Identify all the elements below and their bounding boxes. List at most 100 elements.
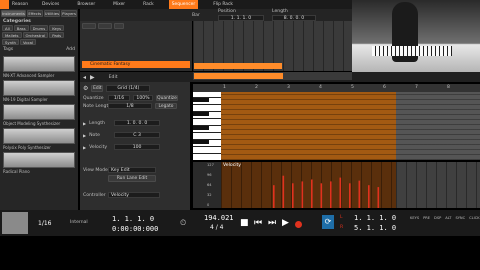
note-lengths-value[interactable]: 1/8 [108,103,152,109]
undo-icon[interactable]: ◂ [83,74,86,81]
device-item[interactable]: Object Modeling Synthesizer [3,104,75,126]
velocity-bar[interactable] [273,185,275,208]
track-row[interactable]: Cinematic Fantasy [82,61,190,68]
loop-left-label: L [340,215,343,220]
velocity-lane-empty[interactable] [396,162,480,208]
browser-tab[interactable]: Instruments [1,10,26,17]
note-grid-empty[interactable] [396,92,480,160]
category-chip[interactable]: All [2,25,13,31]
tempo-value[interactable]: 194.021 [204,214,234,222]
device-item[interactable]: Polysix Poly Synthesizer [3,128,75,150]
category-chip[interactable]: Mallets [2,32,22,38]
tags-add-button[interactable]: Add [66,47,75,52]
view-mode-label: View Mode [83,167,108,173]
device-name: Polysix Poly Synthesizer [3,145,51,150]
velocity-scale: 127 96 64 32 0 [193,162,221,208]
run-lane-edit-button[interactable]: Run Lane Edit [108,175,156,182]
ruler-tick-label: 2 [255,85,258,90]
device-thumbnail [3,104,75,120]
loop-button[interactable]: ⟳ [322,215,334,229]
forward-button[interactable]: ⏭ [268,218,276,228]
metronome-icon[interactable]: ⏲ [180,218,186,228]
category-list: All Bass Drums Keys Mallets Orchestral Pads Syn… [0,25,78,45]
quantize-percent[interactable]: 100% [133,95,153,101]
play-button[interactable]: ▶ [282,218,289,228]
top-tab[interactable]: Rack [140,0,157,9]
category-chip[interactable]: Drums [29,25,49,31]
velocity-bar[interactable] [339,177,342,208]
browser-tab[interactable]: Utilities [43,10,61,17]
velocity-bar[interactable] [330,181,332,208]
device-item[interactable]: NN-XT Advanced Sampler [3,56,75,78]
browser-tab[interactable]: Players [61,10,78,17]
category-chip[interactable]: Bass [13,25,29,31]
device-item[interactable]: NN-19 Digital Sampler [3,80,75,102]
time-signature[interactable]: 4 / 4 [210,224,223,231]
velocity-bar[interactable] [282,175,285,208]
rewind-button[interactable]: ⏮ [254,218,262,228]
velocity-scale-label: 0 [207,203,210,207]
quantize-button[interactable]: Quantize [156,95,178,101]
edit-mode-button[interactable]: Edit [91,85,104,92]
top-tab[interactable]: Flip Rack [210,0,236,9]
top-tab[interactable]: Sequencer [168,0,199,9]
controller-select[interactable]: Velocity [108,192,160,198]
stop-button[interactable]: ■ [240,218,249,228]
legato-button[interactable]: Legato [155,103,177,109]
velocity-scale-label: 127 [207,163,214,167]
top-tab[interactable]: Mixer [110,0,128,9]
record-transport-button[interactable] [295,221,302,228]
clip[interactable] [194,63,282,69]
ruler-tick-label: 1 [223,85,226,90]
category-chip[interactable]: Vocal [19,39,37,45]
view-mode-select[interactable]: Key Edit [108,167,156,173]
expand-arrow-icon[interactable]: ▶ [83,121,86,126]
velocity-bar[interactable] [377,187,380,208]
note-grid[interactable] [221,92,396,160]
inspector-value[interactable]: 1. 0. 0. 0 [114,120,161,126]
device-item[interactable]: Radical Piano [3,152,75,174]
category-chip[interactable]: Synth [2,39,19,45]
device-thumbnail [3,152,75,168]
velocity-bar[interactable] [292,183,294,208]
velocity-lane[interactable]: Velocity [221,162,396,208]
grid-select[interactable]: Grid (1/4) [106,85,151,92]
solo-button[interactable] [98,23,112,29]
velocity-bar[interactable] [349,183,351,208]
quantize-value[interactable]: 1/16 [108,95,130,101]
top-tab[interactable]: Browser [74,0,98,9]
loop-range-bar[interactable] [194,73,283,79]
transport-label: SYNC [455,216,466,220]
click-value[interactable]: Internal [70,220,88,225]
loop-right-value[interactable]: 5. 1. 1. 0 [354,224,396,232]
play-icon[interactable]: ▶ [90,74,95,81]
piano-keys[interactable] [193,92,221,160]
keyboard-shape [372,46,452,56]
velocity-bar[interactable] [311,179,313,209]
song-time[interactable]: 0:00:00:000 [112,225,158,233]
controller-label: Controller [83,192,106,198]
mute-button[interactable] [82,23,96,29]
webcam-overlay [352,0,480,72]
velocity-bar[interactable] [320,183,323,208]
app-name: Reason [12,2,29,7]
top-tab[interactable]: Devices [39,0,62,9]
expand-arrow-icon[interactable]: ▶ [83,133,86,138]
inspector-value[interactable]: 100 [114,144,161,150]
record-button[interactable] [114,23,124,29]
category-chip[interactable]: Pads [49,32,65,38]
song-position[interactable]: 1. 1. 1. 0 [112,215,154,223]
loop-left-value[interactable]: 1. 1. 1. 0 [354,214,396,222]
inspector-value[interactable]: C 3 [114,132,161,138]
velocity-bar[interactable] [301,181,304,208]
pre-count-value[interactable]: 1/16 [38,220,51,227]
settings-icon[interactable]: ⚙ [83,85,88,92]
browser-tab[interactable]: Effects [26,10,43,17]
velocity-bar[interactable] [358,180,361,208]
velocity-bar[interactable] [368,185,370,208]
category-chip[interactable]: Keys [49,25,65,31]
velocity-bars[interactable] [221,162,396,208]
category-chip[interactable]: Orchestral [22,32,49,38]
expand-arrow-icon[interactable]: ▶ [83,145,86,150]
top-bar: Reason Devices Browser Mixer Rack Sequencer F… [0,0,352,9]
